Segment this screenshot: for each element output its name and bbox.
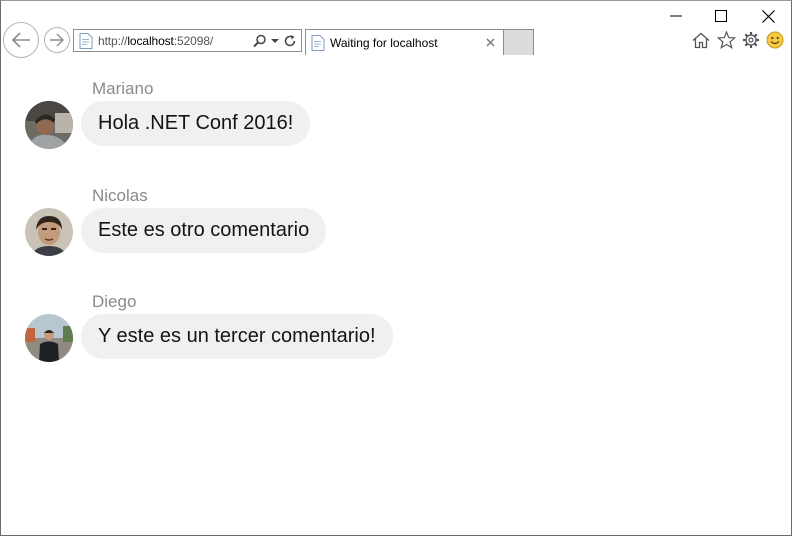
comment-bubble: Hola .NET Conf 2016! — [81, 101, 311, 146]
close-window-icon — [761, 9, 775, 23]
avatar — [25, 314, 73, 362]
refresh-icon[interactable] — [283, 34, 297, 48]
back-arrow-icon — [11, 32, 30, 48]
comment-item: Mariano Hola .NET Conf 2016! — [1, 79, 791, 169]
favorites-star-icon — [716, 31, 736, 49]
minimize-button[interactable] — [653, 1, 699, 31]
comment-item: Diego Y este es un tercer comentario! — [1, 292, 791, 382]
tab-close-button[interactable] — [482, 35, 498, 51]
comment-author: Nicolas — [92, 186, 148, 205]
avatar — [25, 208, 73, 256]
url-port-path: :52098/ — [173, 33, 214, 48]
page-icon — [79, 32, 93, 49]
comment-item: Nicolas Este es otro comentario — [1, 186, 791, 276]
back-button[interactable] — [3, 22, 39, 58]
forward-button[interactable] — [44, 27, 70, 53]
feedback-button[interactable] — [765, 30, 785, 50]
settings-gear-icon — [743, 32, 759, 48]
url-text[interactable]: http://localhost:52098/ — [98, 34, 253, 48]
browser-window: http://localhost:52098/ Waiting for loca… — [0, 0, 792, 536]
close-icon — [486, 38, 494, 47]
avatar — [25, 101, 73, 149]
url-host: localhost — [127, 33, 174, 48]
home-button[interactable] — [691, 30, 711, 50]
search-icon[interactable] — [253, 34, 267, 48]
tab-page-icon — [311, 34, 325, 51]
url-scheme: http:// — [98, 33, 128, 48]
new-tab-button[interactable] — [504, 29, 534, 55]
maximize-icon — [715, 10, 727, 22]
dropdown-icon[interactable] — [271, 38, 279, 44]
maximize-button[interactable] — [698, 1, 744, 31]
favorites-button[interactable] — [716, 30, 736, 50]
tab-waiting-for-localhost[interactable]: Waiting for localhost — [305, 29, 504, 55]
comment-bubble: Y este es un tercer comentario! — [81, 314, 393, 359]
tab-title: Waiting for localhost — [330, 35, 438, 50]
feedback-smiley-icon — [766, 31, 784, 49]
comment-author: Mariano — [92, 79, 154, 98]
close-window-button[interactable] — [745, 1, 791, 31]
settings-button[interactable] — [741, 30, 761, 50]
comment-author: Diego — [92, 292, 137, 311]
minimize-icon — [670, 15, 682, 17]
forward-arrow-icon — [50, 33, 64, 47]
address-bar[interactable]: http://localhost:52098/ — [73, 29, 302, 52]
comment-bubble: Este es otro comentario — [81, 208, 327, 253]
home-icon — [692, 32, 710, 48]
browser-toolbar: http://localhost:52098/ Waiting for loca… — [1, 1, 791, 58]
